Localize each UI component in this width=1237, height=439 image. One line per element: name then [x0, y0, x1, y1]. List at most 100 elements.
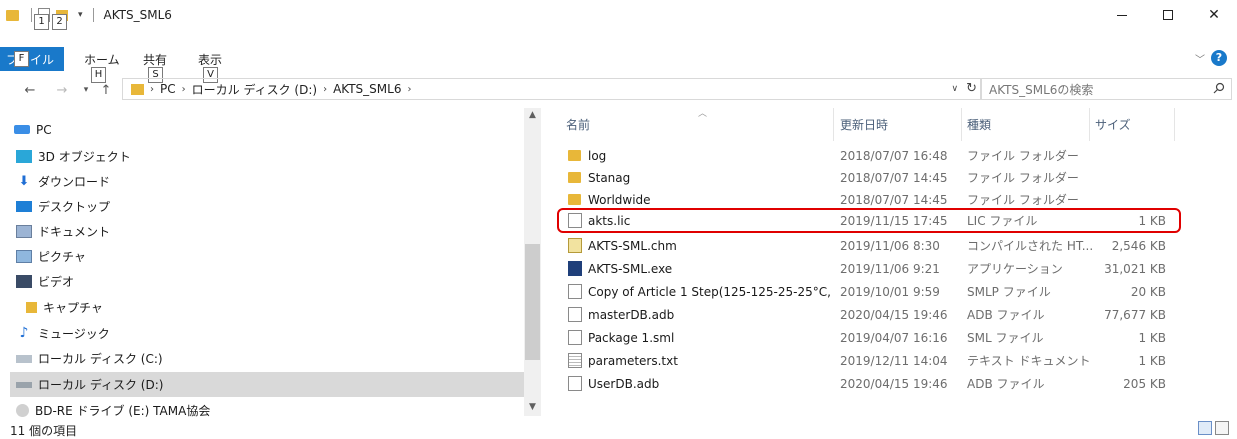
close-icon: ✕: [1208, 7, 1220, 23]
large-icons-view-icon[interactable]: [1215, 421, 1229, 435]
music-icon: ♪: [19, 325, 29, 341]
nav-item-bd-drive[interactable]: BD-RE ドライブ (E:) TAMA協会: [16, 398, 530, 423]
file-size: 1 KB: [1138, 330, 1166, 345]
tab-file[interactable]: ファイル F: [0, 47, 64, 71]
file-size: 205 KB: [1123, 376, 1166, 391]
sml-app-icon: [568, 261, 582, 276]
keytip-1: 1: [34, 14, 49, 30]
file-name: AKTS-SML.exe: [588, 261, 673, 276]
nav-item-pc[interactable]: PC: [14, 117, 528, 142]
file-row[interactable]: UserDB.adb 2020/04/15 19:46 ADB ファイル 205…: [558, 373, 1178, 394]
file-row[interactable]: Package 1.sml 2019/04/07 16:16 SML ファイル …: [558, 327, 1178, 348]
chevron-right-icon[interactable]: ›: [182, 84, 186, 95]
3d-objects-icon: [16, 150, 32, 163]
file-date: 2018/07/07 14:45: [840, 192, 948, 207]
nav-item-label: ビデオ: [38, 275, 75, 289]
nav-item-label: ローカル ディスク (C:): [38, 352, 163, 366]
column-header-size[interactable]: サイズ: [1095, 116, 1131, 133]
scroll-down-icon[interactable]: ▼: [524, 402, 541, 412]
file-row[interactable]: Worldwide 2018/07/07 14:45 ファイル フォルダー: [558, 189, 1178, 210]
file-name: UserDB.adb: [588, 376, 660, 391]
address-bar[interactable]: › PC › ローカル ディスク (D:) › AKTS_SML6 › ∨ ↻: [122, 78, 982, 100]
expand-ribbon-icon[interactable]: ﹀: [1195, 51, 1205, 66]
file-row[interactable]: Stanag 2018/07/07 14:45 ファイル フォルダー: [558, 167, 1178, 188]
nav-item-label: ミュージック: [38, 327, 110, 341]
file-row[interactable]: masterDB.adb 2020/04/15 19:46 ADB ファイル 7…: [558, 304, 1178, 325]
tab-view[interactable]: 表示: [198, 51, 222, 68]
keytip-2: 2: [52, 14, 67, 30]
address-dropdown-icon[interactable]: ∨: [952, 84, 959, 94]
file-row[interactable]: parameters.txt 2019/12/11 14:04 テキスト ドキュ…: [558, 350, 1178, 371]
file-date: 2019/11/06 9:21: [840, 261, 940, 276]
nav-item-music[interactable]: ♪ ミュージック: [16, 321, 530, 346]
nav-item-documents[interactable]: ドキュメント: [16, 219, 530, 244]
customize-qa-dropdown-icon[interactable]: ▾: [78, 10, 83, 20]
nav-item-3d-objects[interactable]: 3D オブジェクト: [16, 144, 530, 169]
file-row[interactable]: AKTS-SML.chm 2019/11/06 8:30 コンパイルされた HT…: [558, 235, 1178, 256]
chevron-right-icon[interactable]: ›: [323, 84, 327, 95]
file-name: AKTS-SML.chm: [588, 238, 677, 253]
column-header-type[interactable]: 種類: [967, 116, 991, 133]
drive-d-icon: [16, 381, 32, 388]
file-type: ファイル フォルダー: [967, 149, 1079, 163]
file-type: ADB ファイル: [967, 308, 1045, 322]
column-header-name[interactable]: 名前: [566, 116, 590, 133]
nav-item-capture[interactable]: キャプチャ: [26, 295, 540, 320]
scrollbar-thumb[interactable]: [525, 244, 540, 360]
details-view-icon[interactable]: [1198, 421, 1212, 435]
tab-share[interactable]: 共有: [143, 51, 167, 68]
scroll-up-icon[interactable]: ▲: [524, 110, 541, 120]
quick-access-toolbar: ▾ AKTS_SML6: [0, 0, 172, 30]
nav-item-label: PC: [36, 122, 52, 137]
close-button[interactable]: ✕: [1191, 0, 1237, 30]
file-icon: [568, 330, 582, 345]
nav-item-label: ローカル ディスク (D:): [38, 378, 164, 392]
nav-item-drive-c[interactable]: ローカル ディスク (C:): [16, 346, 530, 371]
chevron-right-icon[interactable]: ›: [407, 84, 411, 95]
pc-icon: [14, 125, 30, 134]
recent-locations-icon[interactable]: ▾: [76, 85, 96, 95]
divider: [1174, 108, 1175, 141]
file-row[interactable]: log 2018/07/07 16:48 ファイル フォルダー: [558, 145, 1178, 166]
folder-icon: [568, 194, 581, 205]
nav-item-desktop[interactable]: デスクトップ: [16, 194, 530, 219]
file-row[interactable]: AKTS-SML.exe 2019/11/06 9:21 アプリケーション 31…: [558, 258, 1178, 279]
up-button[interactable]: ↑: [96, 83, 116, 98]
file-type: ファイル フォルダー: [967, 171, 1079, 185]
nav-scrollbar[interactable]: ▲ ▼: [524, 108, 541, 416]
tab-home[interactable]: ホーム: [84, 51, 120, 68]
minimize-button[interactable]: [1099, 0, 1145, 30]
documents-icon: [16, 225, 32, 238]
nav-item-videos[interactable]: ビデオ: [16, 269, 530, 294]
highlight-annotation: [557, 208, 1181, 233]
file-icon: [568, 376, 582, 391]
column-header-date[interactable]: 更新日時: [840, 116, 888, 133]
file-type: ADB ファイル: [967, 377, 1045, 391]
item-count: 11 個の項目: [10, 424, 78, 438]
divider: [31, 8, 32, 22]
help-icon[interactable]: ?: [1211, 50, 1227, 66]
file-icon: [568, 284, 582, 299]
nav-item-label: BD-RE ドライブ (E:) TAMA協会: [35, 404, 211, 418]
desktop-icon: [16, 201, 32, 212]
maximize-button[interactable]: [1145, 0, 1191, 30]
folder-icon: [568, 150, 581, 161]
nav-item-drive-d[interactable]: ローカル ディスク (D:): [10, 372, 524, 397]
breadcrumb-folder[interactable]: AKTS_SML6: [333, 82, 401, 96]
back-button[interactable]: ←: [20, 83, 40, 98]
optical-drive-icon: [16, 404, 29, 417]
nav-item-downloads[interactable]: ⬇ ダウンロード: [16, 169, 530, 194]
refresh-icon[interactable]: ↻: [966, 81, 977, 96]
search-icon: [1213, 82, 1225, 94]
chevron-right-icon[interactable]: ›: [150, 84, 154, 95]
file-icon: [568, 307, 582, 322]
file-type: ファイル フォルダー: [967, 193, 1079, 207]
file-type: アプリケーション: [967, 262, 1063, 276]
forward-button[interactable]: →: [52, 83, 72, 98]
navigation-bar: ← → ▾ ↑ › PC › ローカル ディスク (D:) › AKTS_SML…: [0, 78, 1237, 102]
nav-item-pictures[interactable]: ピクチャ: [16, 244, 530, 269]
breadcrumb-drive[interactable]: ローカル ディスク (D:): [192, 81, 317, 98]
breadcrumb-pc[interactable]: PC: [160, 82, 176, 96]
file-row[interactable]: Copy of Article 1 Step(125-125-25-25°C, …: [558, 281, 1178, 302]
search-box[interactable]: AKTS_SML6の検索: [980, 78, 1232, 100]
